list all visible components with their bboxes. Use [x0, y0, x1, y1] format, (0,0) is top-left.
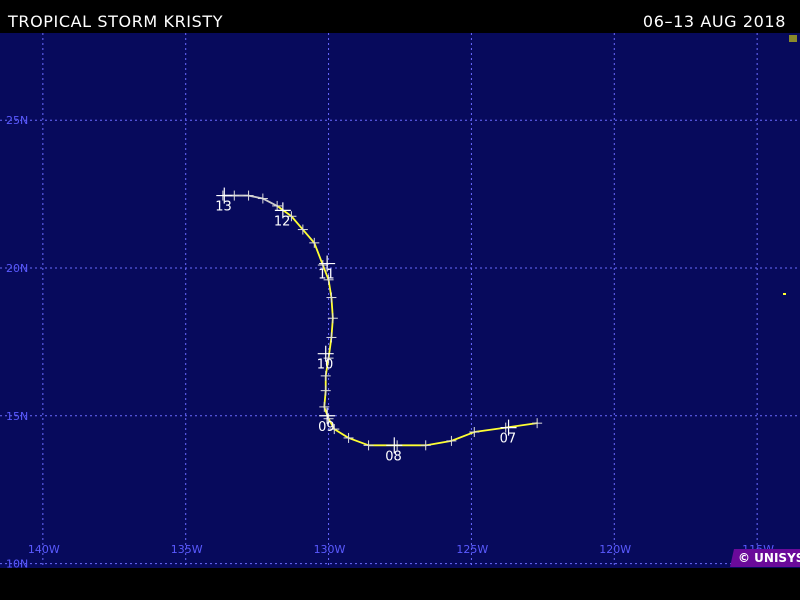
credit-text: © UNISYS	[738, 551, 800, 565]
corner-marker-icon	[789, 35, 797, 42]
lat-label-20N: 20N	[6, 262, 28, 275]
lat-label-10N: 10N	[6, 558, 28, 568]
day-label-07: 07	[500, 432, 517, 447]
day-label-09: 09	[318, 420, 335, 435]
day-label-10: 10	[317, 358, 334, 373]
lon-label-125W: 125W	[456, 543, 488, 556]
lon-label-140W: 140W	[28, 543, 60, 556]
lon-label-135W: 135W	[171, 543, 203, 556]
storm-track-map: 25N20N15N10N140W135W130W125W120W115W 070…	[0, 33, 800, 568]
day-label-13: 13	[215, 200, 232, 215]
day-label-08: 08	[385, 449, 402, 464]
day-label-12: 12	[274, 214, 291, 229]
lat-label-25N: 25N	[6, 114, 28, 127]
map-background	[0, 33, 800, 568]
day-label-11: 11	[318, 268, 335, 283]
header: TROPICAL STORM KRISTY 06–13 AUG 2018	[0, 0, 800, 33]
credit-badge: © UNISYS	[730, 549, 800, 567]
small-track-fragment	[783, 293, 786, 295]
lat-label-15N: 15N	[6, 410, 28, 423]
storm-title: TROPICAL STORM KRISTY	[8, 12, 224, 31]
lon-label-130W: 130W	[314, 543, 346, 556]
lon-label-120W: 120W	[599, 543, 631, 556]
date-range: 06–13 AUG 2018	[642, 12, 786, 31]
